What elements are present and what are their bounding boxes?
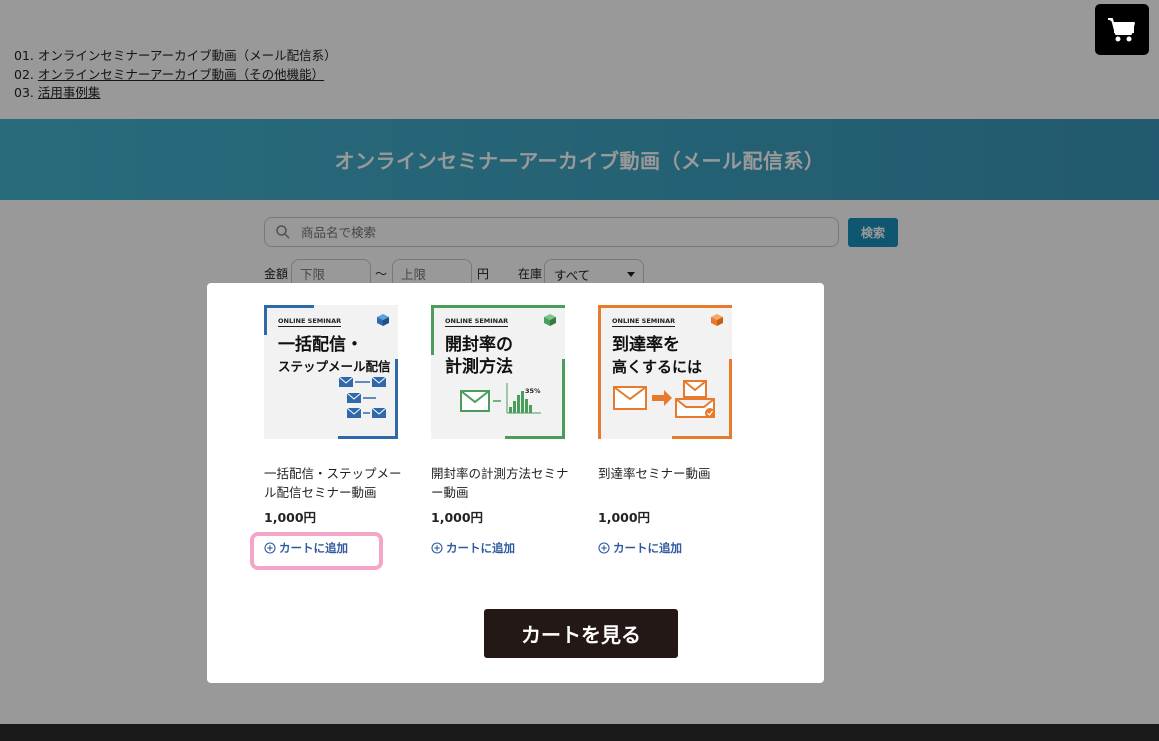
thumb-frame — [431, 305, 434, 355]
product-name[interactable]: 一括配信・ステップメール配信セミナー動画 — [264, 465, 404, 502]
product-thumbnail[interactable]: ONLINE SEMINAR 一括配信・ ステップメール配信 — [264, 305, 398, 439]
thumb-frame — [598, 305, 601, 439]
product-card: ONLINE SEMINAR 一括配信・ ステップメール配信 一括配信・ステップ… — [264, 305, 404, 556]
view-cart-button[interactable]: カートを見る — [484, 609, 678, 658]
thumb-frame — [562, 359, 565, 439]
product-price: 1,000円 — [431, 510, 484, 525]
product-thumbnail[interactable]: ONLINE SEMINAR 到達率を 高くするには — [598, 305, 732, 439]
shopping-cart-icon — [1108, 17, 1135, 41]
product-card: ONLINE SEMINAR 到達率を 高くするには 到達率セミナー動画 1,0… — [598, 305, 738, 556]
thumb-tag: ONLINE SEMINAR — [445, 317, 509, 327]
thumb-frame — [264, 305, 314, 308]
thumb-frame — [264, 305, 267, 335]
thumb-stat: 35% — [525, 387, 541, 395]
added-to-cart-modal: ONLINE SEMINAR 一括配信・ ステップメール配信 一括配信・ステップ… — [207, 283, 824, 683]
mail-flow-icon — [338, 376, 387, 418]
thumb-frame — [729, 359, 732, 439]
plus-circle-icon — [431, 542, 443, 554]
thumb-title: 開封率の 計測方法 — [445, 335, 513, 377]
thumb-frame — [395, 359, 398, 439]
product-card: ONLINE SEMINAR 開封率の 計測方法 35% 開封率の計測方法セミナ… — [431, 305, 571, 556]
product-name[interactable]: 開封率の計測方法セミナー動画 — [431, 465, 571, 502]
cart-button[interactable] — [1095, 4, 1149, 55]
thumb-frame — [598, 305, 732, 308]
product-price: 1,000円 — [264, 510, 317, 525]
add-to-cart-button[interactable]: カートに追加 — [598, 540, 738, 556]
thumb-frame — [431, 305, 565, 308]
cube-icon — [377, 314, 389, 326]
plus-circle-icon — [598, 542, 610, 554]
add-to-cart-button[interactable]: カートに追加 — [431, 540, 571, 556]
product-price: 1,000円 — [598, 510, 651, 525]
product-thumbnail[interactable]: ONLINE SEMINAR 開封率の 計測方法 35% — [431, 305, 565, 439]
thumb-tag: ONLINE SEMINAR — [278, 317, 342, 327]
highlight-box — [250, 532, 383, 570]
thumb-title: 到達率を 高くするには — [612, 335, 703, 376]
thumb-frame — [672, 436, 732, 439]
cube-icon — [544, 314, 556, 326]
thumb-frame — [505, 436, 565, 439]
thumb-frame — [338, 436, 398, 439]
thumb-title: 一括配信・ ステップメール配信 — [278, 335, 391, 374]
cube-icon — [711, 314, 723, 326]
add-to-cart-label: カートに追加 — [613, 541, 682, 555]
add-to-cart-label: カートに追加 — [446, 541, 515, 555]
mail-inbox-icon — [613, 380, 715, 418]
product-name[interactable]: 到達率セミナー動画 — [598, 465, 738, 502]
thumb-tag: ONLINE SEMINAR — [612, 317, 676, 327]
